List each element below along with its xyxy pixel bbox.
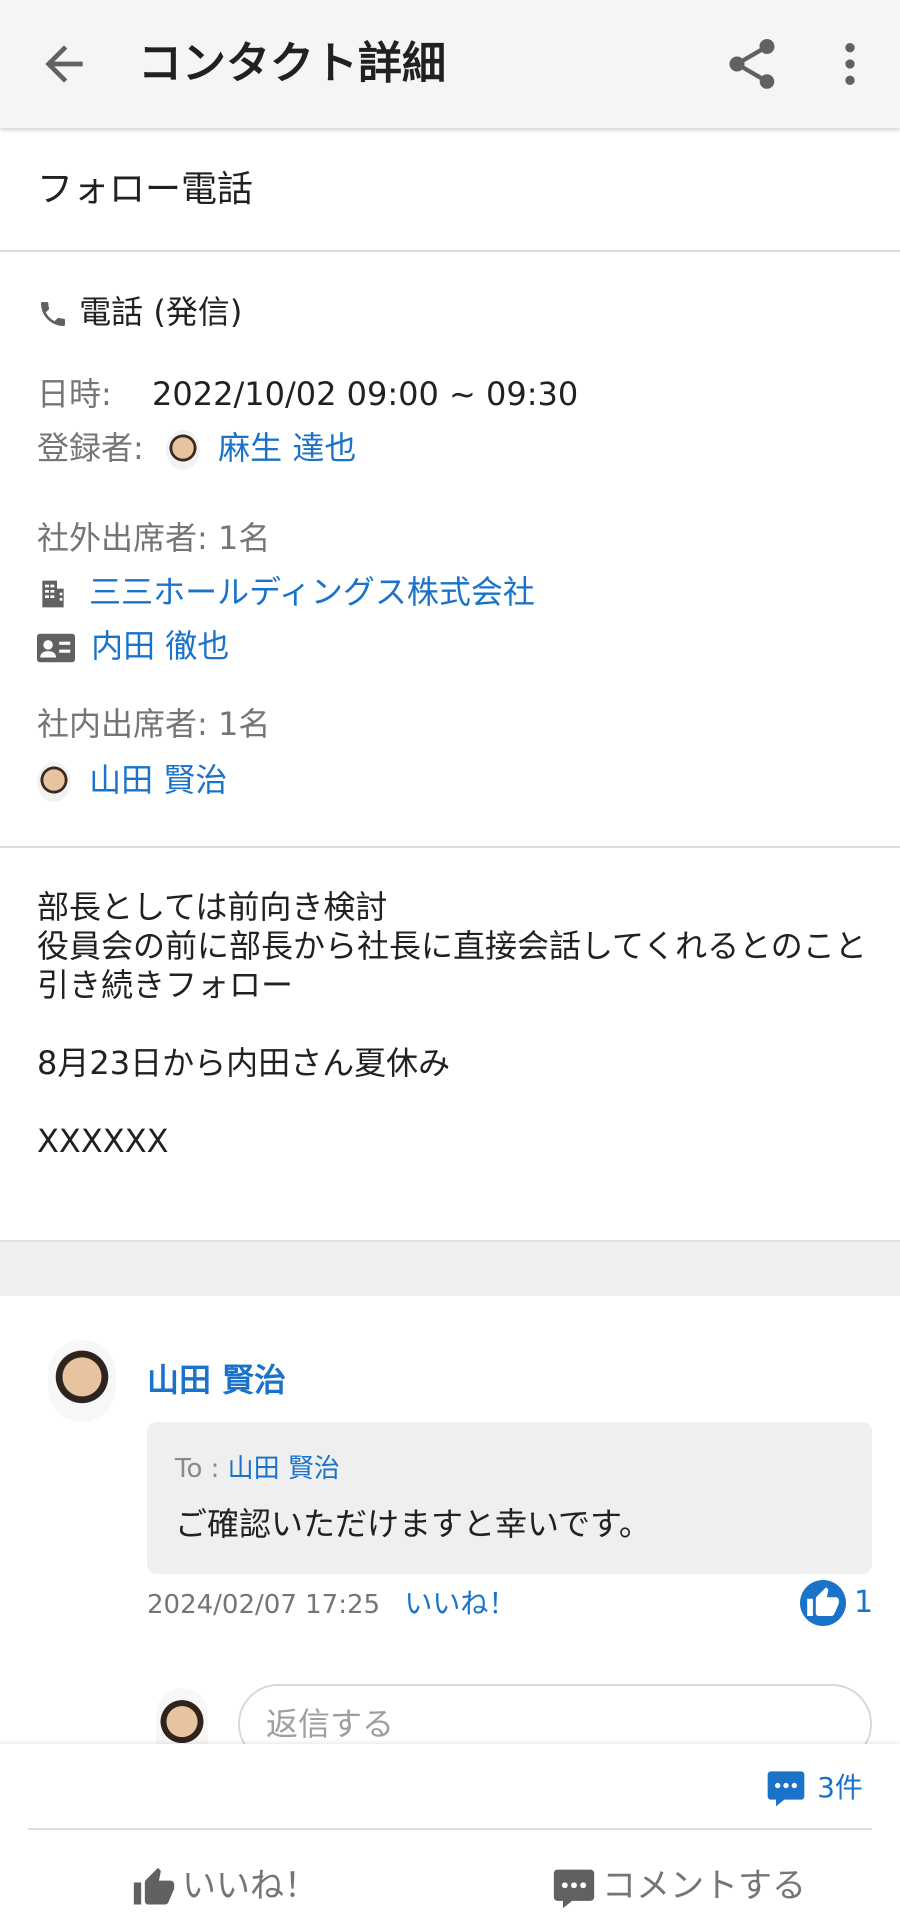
comment-like-link[interactable]: いいね！ [404,1587,516,1620]
comment-button[interactable]: コメントする [552,1856,806,1916]
share-icon[interactable] [722,34,782,94]
comment-bubble: To : 山田 賢治 ご確認いただけますと幸いです。 [147,1422,872,1574]
contact-type-label: 電話 (発信) [79,293,243,331]
internal-attendees-label: 社内出席者: 1名 [37,705,271,743]
comment-count[interactable]: 3件 [766,1766,863,1810]
phone-icon [41,302,65,326]
internal-person-link[interactable]: 山田 賢治 [89,761,227,799]
external-person-link[interactable]: 内田 徹也 [91,627,229,665]
building-icon [42,580,64,608]
bottom-action-bar: 3件 いいね！ コメントする [0,1744,900,1920]
contact-card-icon [37,633,75,663]
datetime-value: 2022/10/02 09:00 ~ 09:30 [152,375,579,413]
app-bar: コンタクト詳細 [0,0,900,128]
thumbs-up-icon [807,1587,839,1616]
registrant-label: 登録者: [37,429,144,467]
back-arrow-icon[interactable] [36,36,92,92]
registrant-name-link[interactable]: 麻生 達也 [218,429,356,467]
registrant-row: 登録者: 麻生 達也 [37,428,356,470]
comment-button-label: コメントする [602,1866,806,1906]
internal-person-avatar [37,762,71,802]
internal-person-row[interactable]: 山田 賢治 [37,760,227,802]
subject-section: フォロー電話 [0,128,900,252]
comment-author-avatar[interactable] [48,1340,116,1422]
comment-recipient: To : 山田 賢治 [175,1452,340,1486]
datetime-row: 日時: 2022/10/02 09:00 ~ 09:30 [37,374,578,414]
comment-bubble-icon [767,1771,805,1807]
comment-timestamp: 2024/02/07 17:25 [147,1590,381,1620]
details-section: 電話 (発信) 日時: 2022/10/02 09:00 ~ 09:30 登録者:… [0,252,900,848]
bottom-divider [28,1828,872,1830]
datetime-label: 日時: [37,375,112,413]
reply-user-avatar [156,1688,208,1744]
section-divider [0,1240,900,1296]
like-button-label: いいね！ [182,1866,318,1906]
like-button[interactable]: いいね！ [132,1856,318,1916]
contact-type-row: 電話 (発信) [37,292,242,332]
comment-meta: 2024/02/07 17:25 いいね！ [147,1586,516,1623]
to-prefix: To : [175,1454,220,1484]
external-company-row[interactable]: 三三ホールディングス株式会社 [37,572,535,612]
external-person-row[interactable]: 内田 徹也 [37,626,229,666]
external-attendees-label: 社外出席者: 1名 [37,519,271,557]
page-title: コンタクト詳細 [138,38,446,89]
to-name-link[interactable]: 山田 賢治 [228,1454,340,1484]
comment-like-count: 1 [854,1585,874,1620]
comment-icon [553,1869,595,1908]
comment-count-text: 3件 [817,1771,863,1804]
like-count-badge[interactable] [800,1580,846,1626]
registrant-avatar [165,430,200,470]
comment-author-name[interactable]: 山田 賢治 [147,1360,286,1400]
external-company-link[interactable]: 三三ホールディングス株式会社 [89,573,535,611]
contact-subject: フォロー電話 [37,169,254,210]
comment-message: ご確認いただけますと幸いです。 [175,1505,651,1543]
memo-text: 部長としては前向き検討 役員会の前に部長から社長に直接会話してくれるとのこと 引… [37,888,867,1160]
thumbs-up-icon [133,1867,175,1904]
more-vert-icon[interactable] [822,34,878,94]
